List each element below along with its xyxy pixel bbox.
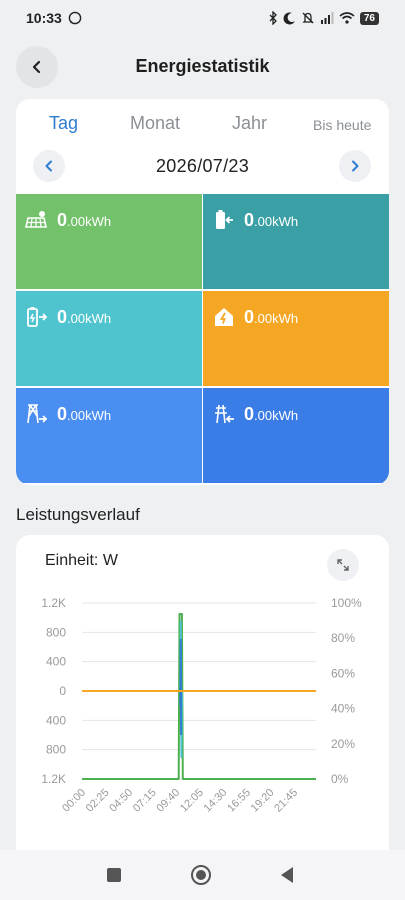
page-title: Energiestatistik — [135, 56, 270, 76]
tile-value: 0.00kWh — [244, 404, 299, 424]
status-time: 10:33 — [26, 10, 62, 26]
y-left-tick-label: 400 — [46, 655, 66, 669]
recent-apps-button[interactable] — [102, 863, 126, 887]
period-tabs: Tag Monat Jahr Bis heute — [16, 113, 389, 139]
y-left-tick-label: 1.2K — [41, 596, 66, 610]
y-right-tick-label: 80% — [331, 631, 355, 645]
summary-card: Tag Monat Jahr Bis heute 2026/07/23 0.00… — [16, 99, 389, 485]
triangle-back-icon — [281, 867, 293, 883]
x-tick-label: 07:15 — [131, 787, 159, 815]
y-right-tick-label: 40% — [331, 702, 355, 716]
x-tick-label: 12:05 — [178, 787, 206, 815]
battery-discharge-icon — [27, 307, 48, 327]
tile-solar-production[interactable]: 0.00kWh — [16, 194, 202, 289]
grid-import-icon — [215, 404, 234, 424]
home-button[interactable] — [189, 863, 213, 887]
y-right-tick-label: 60% — [331, 666, 355, 680]
battery-charge-icon — [216, 210, 233, 229]
tab-day[interactable]: Tag — [49, 113, 78, 134]
x-tick-label: 00:00 — [60, 787, 88, 815]
system-nav-bar — [0, 850, 405, 900]
y-left-tick-label: 800 — [46, 743, 66, 757]
power-chart: 1.2K 800 400 0 400 800 1.2K 100% 80% 60% 40% 20% 0% 0… — [41, 596, 362, 815]
tab-month[interactable]: Monat — [130, 113, 180, 134]
square-icon — [107, 868, 121, 882]
x-tick-label: 19:20 — [249, 787, 277, 815]
battery-indicator: 76 — [359, 11, 379, 25]
y-left-tick-label: 1.2K — [41, 772, 66, 786]
home-consumption-icon — [215, 308, 233, 326]
whatsapp-icon — [68, 11, 82, 25]
solar-panel-icon — [25, 211, 47, 228]
next-date-button[interactable] — [339, 150, 371, 182]
y-right-tick-label: 20% — [331, 737, 355, 751]
wifi-icon — [339, 12, 355, 24]
y-left-tick-label: 0 — [59, 684, 66, 698]
power-curve-title: Leistungsverlauf — [16, 505, 140, 524]
tile-grid-export[interactable]: 0.00kWh — [16, 388, 202, 483]
x-tick-label: 14:30 — [202, 787, 230, 815]
tile-value: 0.00kWh — [57, 307, 112, 327]
home-circle-icon — [191, 865, 211, 885]
y-right-tick-label: 100% — [331, 596, 362, 610]
back-nav-button[interactable] — [275, 863, 299, 887]
selected-date[interactable]: 2026/07/23 — [16, 156, 389, 177]
y-left-tick-label: 400 — [46, 713, 66, 727]
series-line — [82, 620, 316, 758]
series-line — [82, 613, 316, 780]
tile-value: 0.00kWh — [244, 210, 299, 230]
chevron-right-icon — [352, 160, 359, 172]
energy-tiles: 0.00kWh 0.00kWh 0.00kWh 0.00kWh 0.00kWh … — [16, 194, 389, 483]
y-left-tick-label: 800 — [46, 625, 66, 639]
tile-battery-charge[interactable]: 0.00kWh — [203, 194, 389, 289]
grid-export-icon — [27, 404, 48, 424]
series-line — [179, 638, 183, 736]
moon-icon — [283, 11, 295, 24]
tile-home-consumption[interactable]: 0.00kWh — [203, 291, 389, 386]
mute-icon — [302, 12, 314, 24]
tab-to-date[interactable]: Bis heute — [313, 117, 371, 133]
tile-battery-discharge[interactable]: 0.00kWh — [16, 291, 202, 386]
x-tick-label: 09:40 — [154, 787, 182, 815]
x-tick-label: 04:50 — [107, 787, 135, 815]
signal-icon — [320, 12, 334, 24]
x-tick-label: 16:55 — [225, 787, 253, 815]
x-tick-label: 21:45 — [272, 787, 300, 815]
tile-value: 0.00kWh — [57, 210, 112, 230]
tile-grid-import[interactable]: 0.00kWh — [203, 388, 389, 483]
y-right-tick-label: 0% — [331, 772, 349, 786]
tab-year[interactable]: Jahr — [232, 113, 267, 134]
tile-value: 0.00kWh — [244, 307, 299, 327]
x-tick-label: 02:25 — [84, 787, 112, 815]
status-bar: 10:33 76 — [0, 0, 405, 36]
bluetooth-icon — [269, 11, 277, 25]
power-chart-card: Einheit: W 1.2K 800 400 0 400 800 1.2K 100% 80% 6… — [16, 535, 389, 865]
tile-value: 0.00kWh — [57, 404, 112, 424]
